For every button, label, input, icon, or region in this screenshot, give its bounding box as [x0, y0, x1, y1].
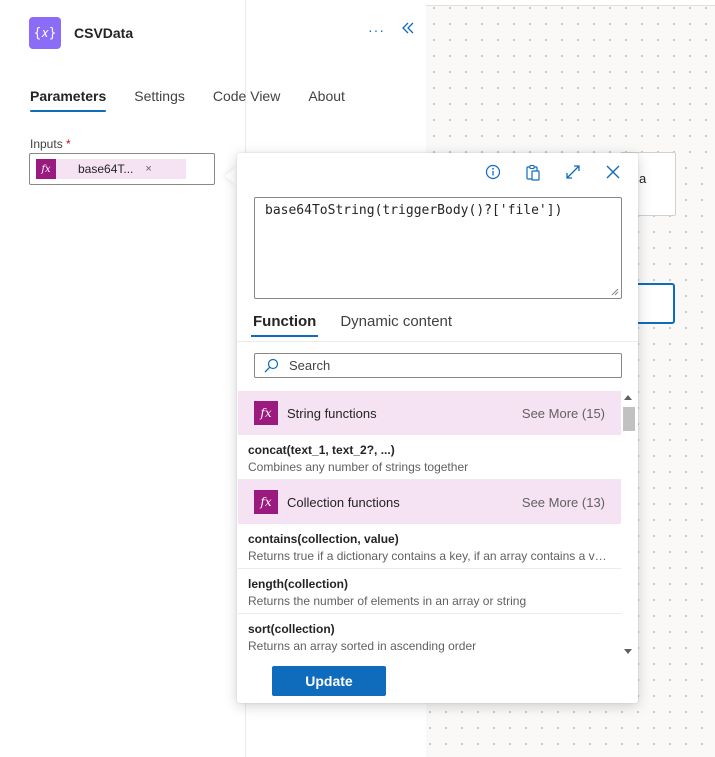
resize-grip-icon[interactable] — [611, 288, 619, 296]
inputs-label: Inputs * — [30, 137, 71, 151]
function-description: Combines any number of strings together — [248, 460, 469, 474]
paste-button[interactable] — [522, 161, 544, 183]
popup-toolbar — [464, 161, 624, 183]
tab-settings[interactable]: Settings — [134, 88, 185, 112]
popup-beak — [225, 166, 237, 186]
double-chevron-left-icon — [402, 22, 414, 34]
info-button[interactable] — [482, 161, 504, 183]
variable-icon: {𝑥} — [29, 17, 61, 49]
group-title: Collection functions — [287, 494, 400, 510]
group-header-string-functions[interactable]: fx String functions See More (15) — [238, 391, 621, 435]
action-title[interactable]: CSVData — [74, 25, 133, 41]
function-item-contains[interactable]: contains(collection, value) Returns true… — [238, 524, 621, 569]
token-text: base64T... — [78, 162, 134, 176]
expression-input[interactable]: base64ToString(triggerBody()?['file']) — [254, 197, 622, 299]
function-description: Returns the number of elements in an arr… — [248, 594, 527, 608]
tab-parameters[interactable]: Parameters — [30, 88, 107, 112]
expression-token[interactable]: fx base64T... × — [36, 159, 186, 179]
group-title: String functions — [287, 405, 377, 421]
tab-about[interactable]: About — [308, 88, 345, 112]
function-icon: fx — [254, 490, 278, 514]
group-header-collection-functions[interactable]: fx Collection functions See More (13) — [238, 480, 621, 524]
paste-icon — [526, 164, 540, 181]
expand-icon — [566, 165, 580, 179]
function-name: length(collection) — [248, 577, 348, 591]
function-description: Returns true if a dictionary contains a … — [248, 549, 611, 563]
function-name: sort(collection) — [248, 622, 335, 636]
tab-function[interactable]: Function — [251, 313, 319, 337]
canvas-top-strip — [426, 0, 715, 6]
function-icon: fx — [36, 159, 56, 179]
search-box[interactable] — [254, 353, 622, 378]
function-list-scrollbar[interactable] — [621, 391, 635, 658]
see-more-link[interactable]: See More (13) — [522, 495, 605, 510]
function-item-concat[interactable]: concat(text_1, text_2?, ...) Combines an… — [238, 435, 621, 480]
more-options-button[interactable]: ··· — [368, 22, 385, 38]
tab-dynamic-content[interactable]: Dynamic content — [338, 313, 454, 337]
function-item-sort[interactable]: sort(collection) Returns an array sorted… — [238, 614, 621, 658]
scroll-thumb[interactable] — [623, 407, 635, 431]
function-item-length[interactable]: length(collection) Returns the number of… — [238, 569, 621, 614]
function-icon: fx — [254, 401, 278, 425]
search-input[interactable] — [289, 358, 609, 373]
close-icon — [606, 165, 620, 179]
function-description: Returns an array sorted in ascending ord… — [248, 639, 477, 653]
required-mark: * — [66, 137, 71, 151]
function-list: fx String functions See More (15) concat… — [238, 391, 621, 658]
expand-button[interactable] — [562, 161, 584, 183]
inputs-field[interactable]: fx base64T... × — [29, 153, 215, 185]
function-name: contains(collection, value) — [248, 532, 399, 546]
tab-code-view[interactable]: Code View — [213, 88, 280, 112]
panel-tabs: Parameters Settings Code View About — [30, 88, 373, 112]
scroll-down-arrow-icon[interactable] — [624, 649, 632, 654]
scroll-up-arrow-icon[interactable] — [624, 395, 632, 400]
expression-text: base64ToString(triggerBody()?['file']) — [265, 203, 563, 218]
update-button[interactable]: Update — [272, 666, 386, 696]
designer-canvas-top — [426, 0, 715, 160]
remove-token-button[interactable]: × — [145, 163, 151, 175]
collapse-panel-button[interactable] — [401, 20, 415, 40]
inputs-label-text: Inputs — [30, 137, 63, 151]
background-card-fragment: a — [639, 171, 647, 186]
function-name: concat(text_1, text_2?, ...) — [248, 443, 395, 457]
search-icon — [264, 358, 279, 372]
action-details-panel-lower — [0, 0, 246, 757]
expression-editor-popup: base64ToString(triggerBody()?['file']) F… — [237, 153, 638, 703]
see-more-link[interactable]: See More (15) — [522, 406, 605, 421]
close-button[interactable] — [602, 161, 624, 183]
tabs-divider — [237, 341, 638, 342]
expression-tabs: Function Dynamic content — [251, 313, 474, 337]
info-icon — [485, 164, 501, 180]
